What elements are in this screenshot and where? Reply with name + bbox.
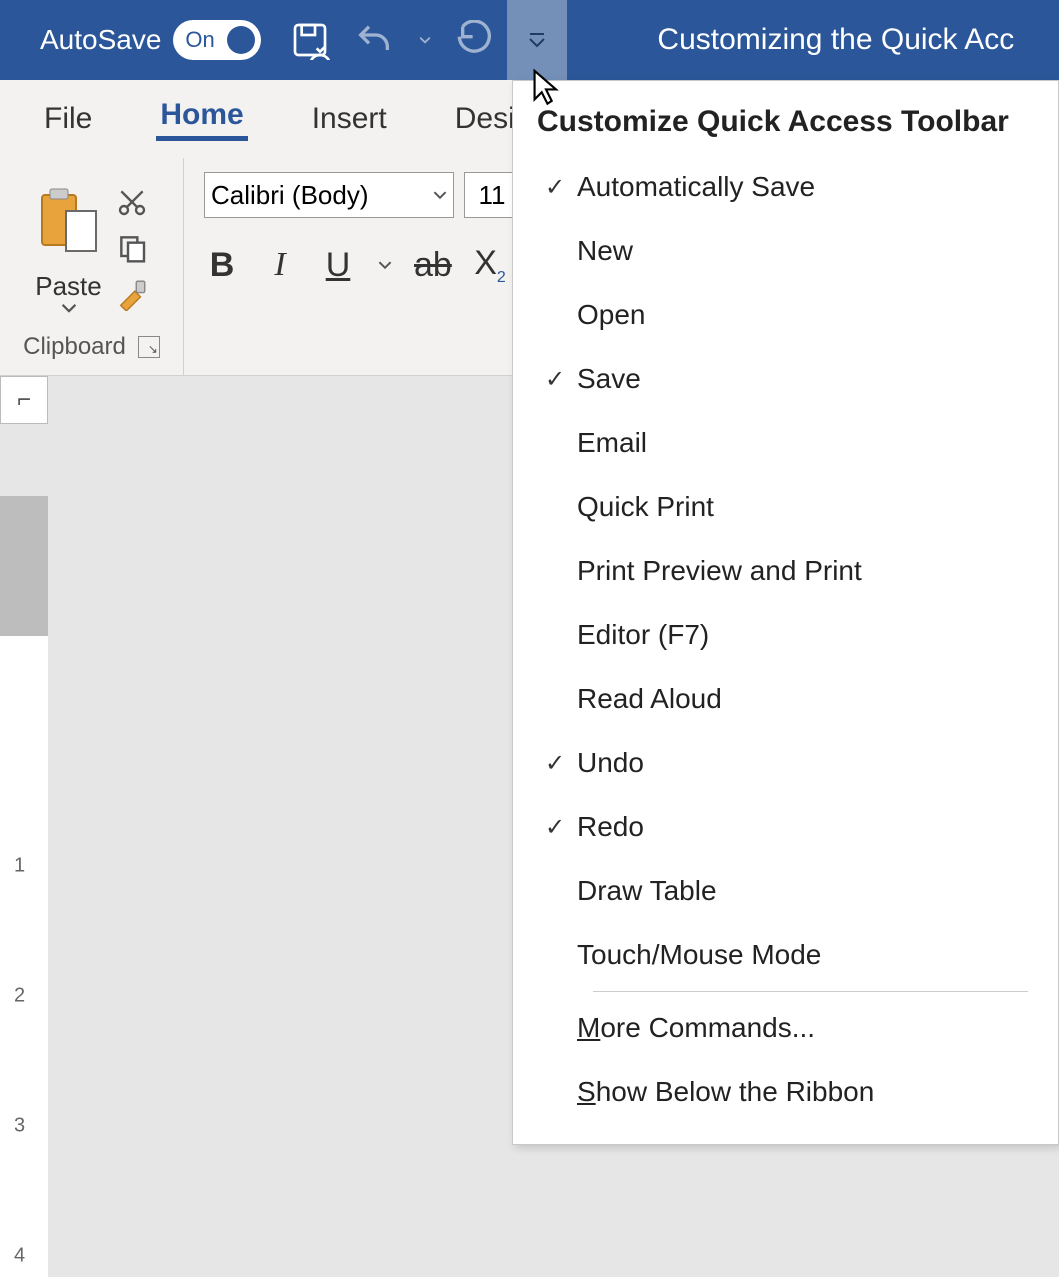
menu-item[interactable]: Draw Table [513,859,1058,923]
menu-item[interactable]: Print Preview and Print [513,539,1058,603]
menu-item[interactable]: ✓Automatically Save [513,155,1058,219]
redo-icon[interactable] [455,19,497,61]
menu-item[interactable]: ✓Redo [513,795,1058,859]
menu-label: Touch/Mouse Mode [577,939,821,971]
font-name-value: Calibri (Body) [211,180,369,211]
menu-item[interactable]: Editor (F7) [513,603,1058,667]
check-icon: ✓ [533,173,577,202]
menu-label: Automatically Save [577,171,815,203]
ruler-number: 1 [14,855,25,878]
menu-label: New [577,235,633,267]
autosave-toggle[interactable]: On [173,20,261,60]
menu-label: Email [577,427,647,459]
customize-qat-button[interactable] [507,0,567,80]
menu-item[interactable]: ✓Save [513,347,1058,411]
save-icon[interactable] [289,19,331,61]
menu-item[interactable]: ✓Undo [513,731,1058,795]
cut-icon[interactable] [114,184,150,220]
quick-access-toolbar [289,19,497,61]
menu-label: Read Aloud [577,683,722,715]
ruler-number: 4 [14,1245,25,1268]
clipboard-group: Paste [0,158,184,375]
bold-button[interactable]: B [204,246,240,285]
menu-item[interactable]: Touch/Mouse Mode [513,923,1058,987]
tab-insert[interactable]: Insert [308,102,391,136]
menu-label: Open [577,299,646,331]
ruler-number: 3 [14,1115,25,1138]
autosave-toggle-text: On [185,27,214,53]
menu-show-below-ribbon[interactable]: Show Below the Ribbon [513,1060,1058,1124]
dropdown-title: Customize Quick Access Toolbar [513,81,1058,155]
menu-item[interactable]: New [513,219,1058,283]
document-title: Customizing the Quick Acc [657,23,1014,57]
customize-qat-menu: Customize Quick Access Toolbar ✓Automati… [512,80,1059,1145]
copy-icon[interactable] [114,230,150,266]
tab-file[interactable]: File [40,102,96,136]
subscript-button[interactable]: X2 [472,244,508,287]
menu-item[interactable]: Email [513,411,1058,475]
chevron-down-icon [433,188,447,202]
chevron-down-icon [61,302,77,314]
tab-design[interactable]: Desi [451,102,519,136]
menu-item[interactable]: Quick Print [513,475,1058,539]
menu-label: Editor (F7) [577,619,709,651]
undo-more-icon[interactable] [417,19,433,61]
chevron-down-icon[interactable] [378,258,392,272]
format-painter-icon[interactable] [114,276,150,312]
check-icon: ✓ [533,813,577,842]
menu-label: Undo [577,747,644,779]
menu-label: Draw Table [577,875,717,907]
autosave-label: AutoSave [40,24,161,56]
paste-icon [34,185,104,265]
paste-label: Paste [35,271,102,302]
ruler-corner-icon[interactable]: ⌐ [0,376,48,424]
menu-label: Quick Print [577,491,714,523]
font-size-value: 11 [479,180,506,211]
vertical-ruler[interactable]: 1 2 3 4 [0,496,48,1277]
font-name-dropdown[interactable]: Calibri (Body) [204,172,454,218]
check-icon: ✓ [533,365,577,394]
italic-button[interactable]: I [262,246,298,284]
clipboard-caption: Clipboard [23,333,126,361]
undo-icon[interactable] [353,19,395,61]
toggle-knob [227,26,255,54]
clipboard-launcher-icon[interactable]: ↘ [138,336,160,358]
strikethrough-button[interactable]: ab [414,246,450,285]
menu-label: More Commands... [577,1012,815,1044]
menu-more-commands[interactable]: More Commands... [513,996,1058,1060]
tab-home[interactable]: Home [156,98,247,141]
menu-separator [593,991,1028,992]
menu-item[interactable]: Read Aloud [513,667,1058,731]
paste-button[interactable]: Paste [34,179,104,314]
check-icon: ✓ [533,749,577,778]
menu-label: Save [577,363,641,395]
menu-label: Show Below the Ribbon [577,1076,874,1108]
menu-label: Print Preview and Print [577,555,862,587]
menu-item[interactable]: Open [513,283,1058,347]
title-bar: AutoSave On [0,0,1059,80]
menu-label: Redo [577,811,644,843]
ruler-number: 2 [14,985,25,1008]
underline-button[interactable]: U [320,246,356,285]
